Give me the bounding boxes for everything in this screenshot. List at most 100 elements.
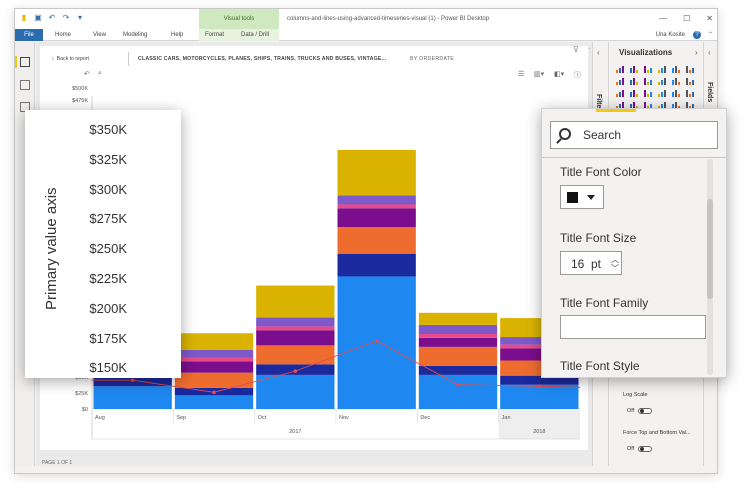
- force-top-bottom-toggle[interactable]: Off: [627, 446, 653, 452]
- visual-type-gallery: [615, 64, 699, 109]
- format-search-input[interactable]: Search: [550, 121, 718, 149]
- redo-icon[interactable]: ↷: [61, 13, 71, 23]
- report-view-icon[interactable]: [20, 57, 30, 67]
- bar-segment: [256, 345, 335, 365]
- back-to-report-button[interactable]: ‹ Back to report: [52, 56, 89, 62]
- area-visual-icon[interactable]: [629, 76, 639, 85]
- bar-segment: [93, 386, 172, 409]
- log-scale-switch[interactable]: [638, 408, 653, 414]
- font-color-swatch: [567, 192, 578, 203]
- y-tick-label: $475K: [72, 98, 88, 104]
- ribbon-collapse-icon[interactable]: ⌃: [708, 29, 713, 41]
- zoomed-axis-tick-label: $325K: [89, 151, 127, 167]
- tab-data-drill[interactable]: Data / Drill: [241, 29, 269, 41]
- stacked-bar-visual-icon[interactable]: [615, 64, 625, 73]
- log-scale-label: Log Scale: [623, 392, 648, 398]
- clustered-column-visual-icon[interactable]: [657, 64, 667, 73]
- help-icon[interactable]: ?: [693, 31, 701, 39]
- bar-segment: [337, 227, 416, 254]
- ribbon-visual-icon[interactable]: [671, 76, 681, 85]
- bar-segment: [256, 317, 335, 327]
- expand-filters-icon[interactable]: ‹: [597, 48, 600, 57]
- window-controls: — ☐ ✕: [659, 9, 713, 29]
- quick-access-toolbar: ▮ ▣ ↶ ↷ ▾: [19, 13, 85, 23]
- page-indicator: PAGE 1 OF 1: [42, 460, 73, 466]
- force-toggle-label: Off: [627, 446, 635, 452]
- undo-icon[interactable]: ↶: [47, 13, 57, 23]
- tab-view[interactable]: View: [93, 29, 106, 41]
- back-to-report-label: Back to report: [56, 56, 89, 62]
- filter-icon[interactable]: ⊽: [573, 45, 579, 54]
- value-axis-zoom-callout: Primary value axis $350K $325K $300K $275K $…: [25, 110, 181, 378]
- tab-home[interactable]: Home: [55, 29, 71, 41]
- line-series-point: [293, 369, 298, 373]
- search-placeholder: Search: [583, 128, 622, 142]
- title-font-size-stepper[interactable]: 16 pt ︿ ﹀: [560, 251, 622, 275]
- user-name[interactable]: Una Kosite: [656, 29, 685, 41]
- tab-file[interactable]: File: [15, 29, 43, 41]
- chart-type-icon[interactable]: ▥▾: [534, 70, 544, 78]
- bar-segment: [418, 374, 498, 409]
- visualizations-title: Visualizations: [619, 48, 673, 57]
- zoomed-axis-tick-label: $275K: [89, 211, 127, 227]
- scatter-visual-icon[interactable]: [615, 88, 625, 97]
- bar-segment: [256, 285, 335, 318]
- shape-icon[interactable]: ◧▾: [554, 70, 564, 78]
- y-tick-label: $500K: [72, 86, 88, 92]
- zoomed-axis-tick-label: $175K: [89, 330, 127, 346]
- donut-visual-icon[interactable]: [643, 88, 653, 97]
- force-switch[interactable]: [638, 446, 653, 452]
- stacked-area-visual-icon[interactable]: [643, 76, 653, 85]
- line-series-point: [374, 339, 379, 343]
- pie-visual-icon[interactable]: [629, 88, 639, 97]
- maximize-button[interactable]: ☐: [683, 9, 690, 29]
- font-size-unit: pt: [591, 257, 602, 271]
- 100-bar-visual-icon[interactable]: [671, 64, 681, 73]
- bar-segment: [418, 337, 498, 347]
- year-label: 2017: [289, 429, 301, 435]
- line-visual-icon[interactable]: [615, 76, 625, 85]
- zoom-icon[interactable]: ⌕: [98, 70, 102, 78]
- x-tick-label: Jan: [502, 415, 511, 421]
- by-orderdate-label: BY ORDERDATE: [410, 56, 455, 62]
- bar-segment: [337, 253, 416, 277]
- tab-modeling[interactable]: Modeling: [123, 29, 147, 41]
- tab-format[interactable]: Format: [205, 29, 224, 41]
- collapse-visualizations-icon[interactable]: ›: [695, 48, 698, 57]
- expand-fields-icon[interactable]: ‹: [708, 48, 711, 57]
- visual-tools-context-label: Visual tools: [199, 9, 279, 29]
- minimize-button[interactable]: —: [659, 9, 667, 29]
- 100-column-visual-icon[interactable]: [685, 64, 695, 73]
- data-view-icon[interactable]: [20, 80, 30, 90]
- scrollbar-thumb[interactable]: [707, 199, 713, 299]
- format-pane-scrollbar[interactable]: [707, 159, 713, 375]
- save-icon[interactable]: ▣: [33, 13, 43, 23]
- log-scale-toggle[interactable]: Off: [627, 408, 653, 414]
- title-font-family-input[interactable]: [560, 315, 706, 339]
- bar-segment: [337, 195, 416, 205]
- map-visual-icon[interactable]: [671, 88, 681, 97]
- year-label: 2018: [533, 429, 545, 435]
- close-button[interactable]: ✕: [706, 9, 713, 29]
- x-tick-label: Sep: [176, 415, 186, 421]
- stacked-column-visual-icon[interactable]: [629, 64, 639, 73]
- title-font-color-picker[interactable]: [560, 185, 604, 209]
- filled-map-visual-icon[interactable]: [685, 88, 695, 97]
- bar-segment: [418, 312, 498, 325]
- table-view-icon[interactable]: ☰: [518, 70, 524, 78]
- primary-value-axis-title: Primary value axis: [43, 187, 60, 310]
- chevron-down-icon[interactable]: ﹀: [611, 263, 619, 274]
- format-tab-indicator: [596, 109, 636, 112]
- info-icon[interactable]: ⓘ: [574, 70, 581, 80]
- drill-up-icon[interactable]: ↶: [84, 70, 90, 78]
- customize-qat-icon[interactable]: ▾: [75, 13, 85, 23]
- fields-label: Fields: [706, 82, 713, 103]
- line-column-visual-icon[interactable]: [657, 76, 667, 85]
- treemap-visual-icon[interactable]: [657, 88, 667, 97]
- waterfall-visual-icon[interactable]: [685, 76, 695, 85]
- bar-segment: [256, 374, 335, 409]
- title-font-style-label: Title Font Style: [560, 359, 640, 373]
- clustered-bar-visual-icon[interactable]: [643, 64, 653, 73]
- tab-help[interactable]: Help: [171, 29, 183, 41]
- ribbon-tabs: File Home View Modeling Help Format Data…: [15, 29, 717, 41]
